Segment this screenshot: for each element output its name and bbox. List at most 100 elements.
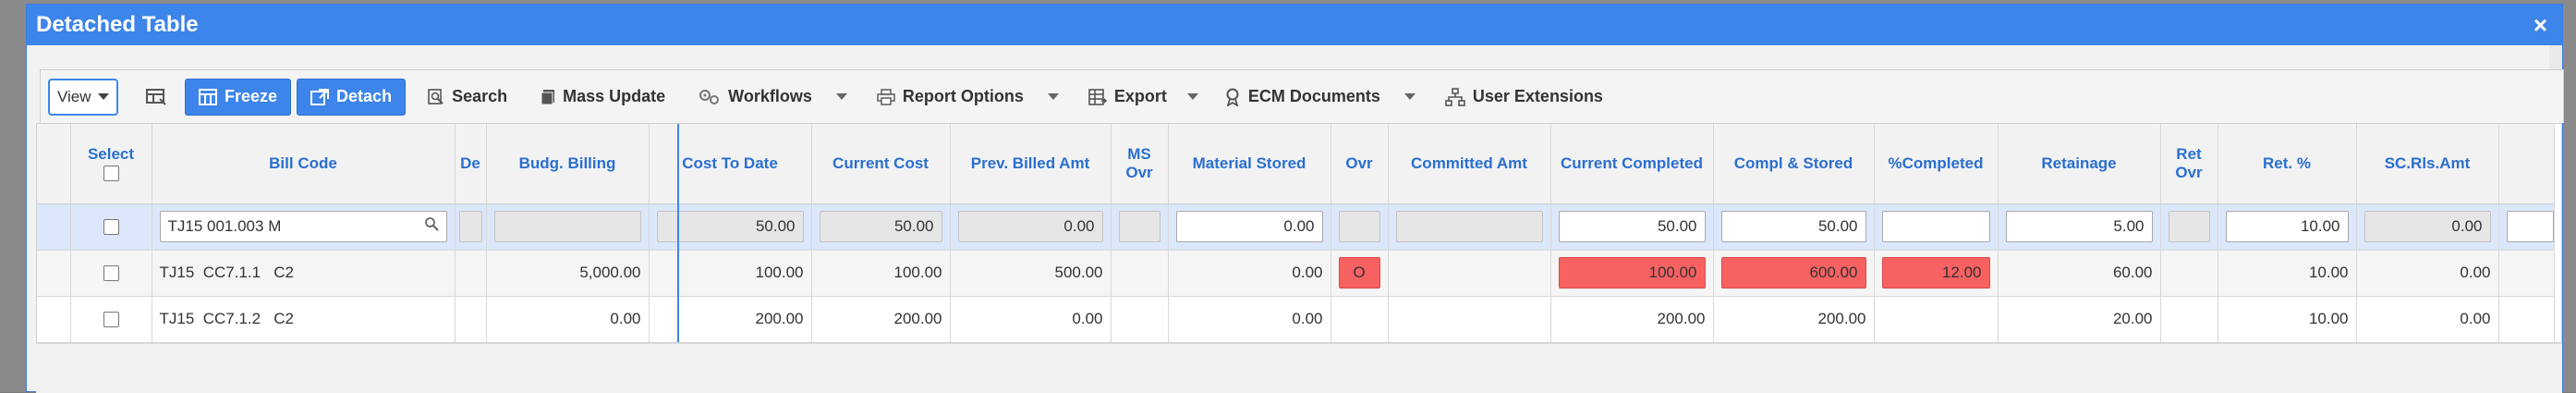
table-row[interactable]: TJ15 CC7.1.1 C2 5,000.00 100.00 100.00 5…: [37, 250, 2555, 297]
retainage-cell[interactable]: 60.00: [1998, 250, 2161, 297]
budg-billing-cell[interactable]: [486, 203, 650, 251]
material-stored-input[interactable]: 0.00: [1175, 211, 1323, 242]
mass-update-button[interactable]: Mass Update: [528, 79, 678, 116]
pct-completed-cell[interactable]: [1874, 296, 1999, 342]
column-header-ms-ovr[interactable]: MS Ovr: [1111, 124, 1169, 204]
report-options-chevron-down-icon[interactable]: [1047, 93, 1059, 100]
export-chevron-down-icon[interactable]: [1186, 93, 1198, 100]
extra-cell[interactable]: [2498, 203, 2555, 251]
column-header-retainage[interactable]: Retainage: [1998, 124, 2161, 204]
bill-code-cell[interactable]: TJ15 CC7.1.1 C2: [152, 250, 456, 297]
export-button[interactable]: Export: [1075, 79, 1211, 116]
current-completed-cell[interactable]: 100.00: [1550, 250, 1714, 297]
workflows-chevron-down-icon[interactable]: [835, 93, 847, 100]
retainage-cell[interactable]: 5.00: [1998, 203, 2161, 251]
committed-amt-cell[interactable]: [1388, 203, 1551, 251]
cost-to-date-cell[interactable]: 100.00: [649, 250, 812, 297]
pct-completed-cell[interactable]: [1874, 203, 1999, 251]
de-cell[interactable]: [455, 296, 487, 342]
sc-rls-amt-cell[interactable]: 0.00: [2356, 250, 2499, 297]
extra-input[interactable]: [2506, 211, 2553, 242]
ovr-flag[interactable]: O: [1338, 257, 1380, 289]
ret-pct-input[interactable]: 10.00: [2225, 211, 2349, 242]
report-options-button[interactable]: Report Options: [864, 79, 1072, 116]
row-checkbox[interactable]: [103, 219, 119, 236]
prev-billed-amt-cell[interactable]: 0.00: [950, 296, 1112, 342]
ms-ovr-cell[interactable]: [1111, 296, 1169, 342]
ret-ovr-cell[interactable]: [2160, 296, 2218, 342]
horizontal-scroll-area[interactable]: [36, 343, 2562, 393]
ovr-cell[interactable]: O: [1331, 250, 1389, 297]
column-header-cost-to-date[interactable]: Cost To Date: [649, 124, 812, 204]
current-completed-cell[interactable]: 200.00: [1550, 296, 1714, 342]
current-cost-cell[interactable]: 50.00: [811, 203, 951, 251]
retainage-cell[interactable]: 20.00: [1998, 296, 2161, 342]
column-header-bill-code[interactable]: Bill Code: [152, 124, 456, 204]
column-header-pct-completed[interactable]: %Completed: [1874, 124, 1999, 204]
de-cell[interactable]: [455, 250, 487, 297]
pct-completed-input[interactable]: [1881, 211, 1990, 242]
detach-button[interactable]: Detach: [297, 78, 407, 116]
prev-billed-amt-cell[interactable]: 500.00: [950, 250, 1112, 297]
current-cost-cell[interactable]: 100.00: [811, 250, 951, 297]
select-all-checkbox[interactable]: [103, 165, 119, 181]
workflows-button[interactable]: Workflows: [686, 79, 860, 116]
column-header-committed-amt[interactable]: Committed Amt: [1388, 124, 1551, 204]
current-completed-cell[interactable]: 50.00: [1550, 203, 1714, 251]
ms-ovr-cell[interactable]: [1111, 203, 1169, 251]
ovr-cell[interactable]: [1331, 296, 1389, 342]
ecm-documents-chevron-down-icon[interactable]: [1403, 93, 1416, 100]
prev-billed-amt-cell[interactable]: 0.00: [950, 203, 1112, 251]
cost-to-date-cell[interactable]: 200.00: [649, 296, 812, 342]
extra-cell[interactable]: [2498, 250, 2555, 297]
pct-completed-cell[interactable]: 12.00: [1874, 250, 1999, 297]
column-header-ovr[interactable]: Ovr: [1331, 124, 1389, 204]
compl-stored-value[interactable]: 600.00: [1720, 257, 1866, 289]
view-select[interactable]: View: [48, 78, 118, 116]
committed-amt-cell[interactable]: [1388, 296, 1551, 342]
column-header-ret-ovr[interactable]: Ret Ovr: [2160, 124, 2218, 204]
column-header-compl-stored[interactable]: Compl & Stored: [1713, 124, 1875, 204]
sc-rls-amt-cell[interactable]: 0.00: [2356, 296, 2499, 342]
ecm-documents-button[interactable]: ECM Documents: [1211, 79, 1428, 116]
compl-stored-cell[interactable]: 200.00: [1713, 296, 1875, 342]
column-header-prev-billed-amt[interactable]: Prev. Billed Amt: [950, 124, 1112, 204]
cost-to-date-cell[interactable]: 50.00: [649, 203, 812, 251]
compl-stored-input[interactable]: 50.00: [1720, 211, 1866, 242]
lookup-search-icon[interactable]: [424, 212, 439, 241]
bill-code-input[interactable]: TJ15 001.003 M: [159, 211, 447, 242]
row-checkbox[interactable]: [103, 312, 119, 328]
column-settings-button[interactable]: [133, 79, 179, 116]
column-header-de[interactable]: De: [455, 124, 487, 204]
column-header-sc-rls-amt[interactable]: SC.Rls.Amt: [2356, 124, 2499, 204]
ret-ovr-cell[interactable]: [2160, 203, 2218, 251]
bill-code-cell[interactable]: TJ15 001.003 M: [152, 203, 456, 251]
compl-stored-cell[interactable]: 600.00: [1713, 250, 1875, 297]
current-completed-value[interactable]: 100.00: [1558, 257, 1706, 289]
current-cost-cell[interactable]: 200.00: [811, 296, 951, 342]
ms-ovr-cell[interactable]: [1111, 250, 1169, 297]
committed-amt-cell[interactable]: [1388, 250, 1551, 297]
pct-completed-value[interactable]: 12.00: [1881, 257, 1990, 289]
budg-billing-cell[interactable]: 0.00: [486, 296, 650, 342]
select-cell[interactable]: [70, 203, 152, 251]
material-stored-cell[interactable]: 0.00: [1168, 203, 1331, 251]
retainage-input[interactable]: 5.00: [2005, 211, 2153, 242]
select-cell[interactable]: [70, 250, 152, 297]
de-cell[interactable]: [455, 203, 487, 251]
column-header-extra[interactable]: [2498, 124, 2555, 204]
column-header-ret-pct[interactable]: Ret. %: [2218, 124, 2357, 204]
material-stored-cell[interactable]: 0.00: [1168, 250, 1331, 297]
column-header-current-cost[interactable]: Current Cost: [811, 124, 951, 204]
sc-rls-amt-cell[interactable]: 0.00: [2356, 203, 2499, 251]
search-button[interactable]: Search: [415, 79, 520, 116]
table-row[interactable]: TJ15 CC7.1.2 C2 0.00 200.00 200.00 0.00 …: [37, 296, 2555, 342]
column-header-current-completed[interactable]: Current Completed: [1550, 124, 1714, 204]
bill-code-cell[interactable]: TJ15 CC7.1.2 C2: [152, 296, 456, 342]
close-icon[interactable]: ×: [2533, 11, 2547, 40]
column-header-budg-billing[interactable]: Budg. Billing: [486, 124, 650, 204]
compl-stored-cell[interactable]: 50.00: [1713, 203, 1875, 251]
ret-ovr-cell[interactable]: [2160, 250, 2218, 297]
select-cell[interactable]: [70, 296, 152, 342]
ret-pct-cell[interactable]: 10.00: [2218, 296, 2357, 342]
